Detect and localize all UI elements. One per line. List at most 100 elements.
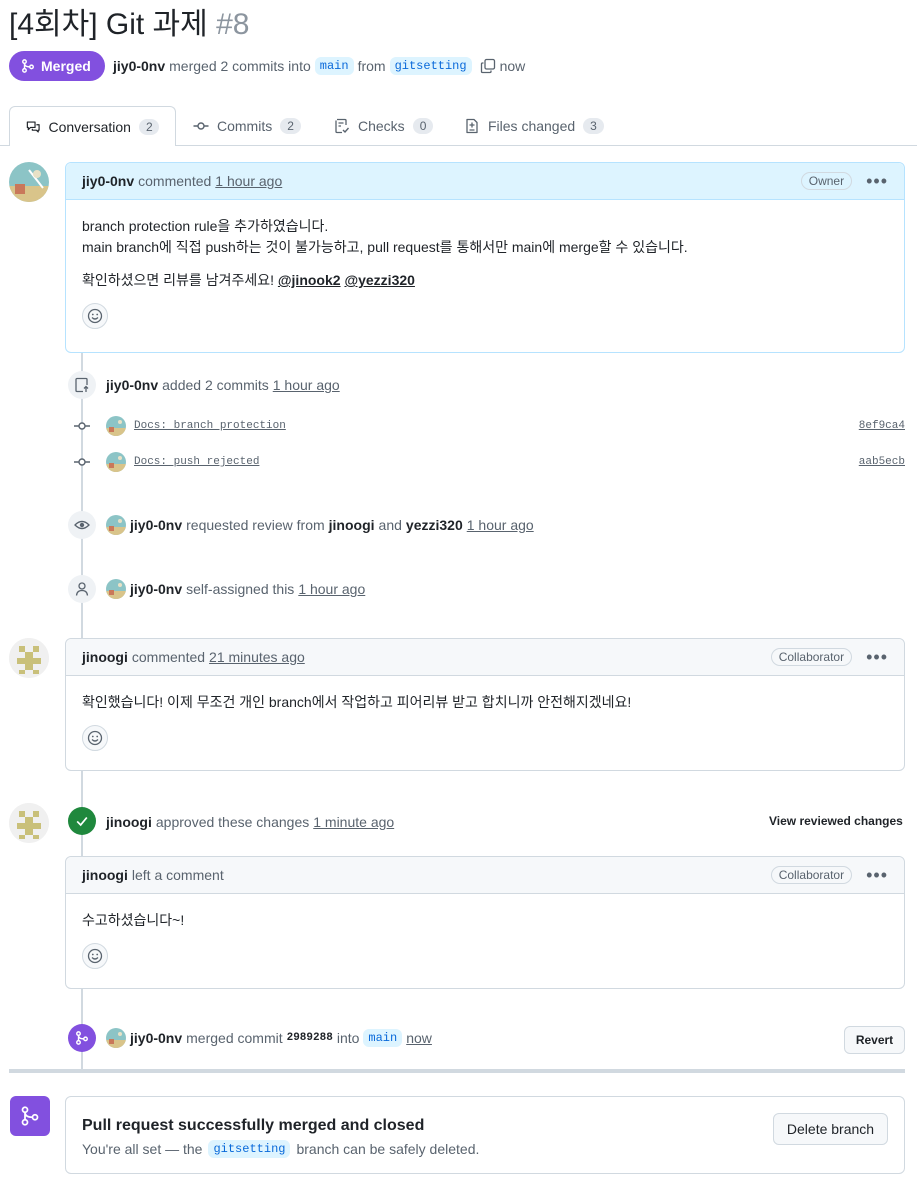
- merge-status-description: You're all set — the gitsetting branch c…: [82, 1140, 479, 1158]
- comment-box: jinoogi commented 21 minutes ago Collabo…: [65, 638, 905, 771]
- approval-event: jinoogi approved these changes 1 minute …: [106, 812, 394, 832]
- event-action: merged commit: [186, 1030, 283, 1046]
- head-branch[interactable]: gitsetting: [389, 57, 472, 75]
- reviewer-link[interactable]: jinoogi: [329, 517, 375, 533]
- review-requested-event: jiy0-0nv requested review from jinoogi a…: [106, 515, 534, 535]
- comment-line: branch protection rule을 추가하였습니다.: [82, 218, 329, 234]
- event-author[interactable]: jiy0-0nv: [130, 517, 182, 533]
- event-timestamp[interactable]: 1 hour ago: [467, 517, 534, 533]
- tab-checks[interactable]: Checks 0: [334, 106, 434, 146]
- add-reaction-button[interactable]: [82, 725, 108, 751]
- merge-status-box: Pull request successfully merged and clo…: [65, 1096, 905, 1174]
- reviewer-link[interactable]: yezzi320: [406, 517, 463, 533]
- from-text: from: [357, 58, 386, 74]
- file-diff-icon: [466, 118, 478, 134]
- event-timestamp[interactable]: 1 hour ago: [298, 581, 365, 597]
- add-reaction-button[interactable]: [82, 943, 108, 969]
- event-author[interactable]: jinoogi: [106, 814, 152, 830]
- kebab-menu-icon[interactable]: •••: [866, 648, 888, 666]
- tab-checks-label: Checks: [358, 118, 405, 134]
- smiley-icon: [87, 308, 103, 324]
- comment-body: 확인했습니다! 이제 무조건 개인 branch에서 작업하고 피어리뷰 받고 …: [66, 676, 904, 767]
- event-author[interactable]: jiy0-0nv: [106, 377, 158, 393]
- pr-number: #8: [216, 8, 250, 41]
- event-timestamp[interactable]: 1 hour ago: [273, 377, 340, 393]
- commit-sha-link[interactable]: 8ef9ca4: [859, 420, 905, 432]
- revert-button[interactable]: Revert: [844, 1026, 905, 1054]
- merge-commit-sha[interactable]: 2989288: [287, 1032, 333, 1044]
- target-branch[interactable]: main: [363, 1029, 403, 1047]
- role-badge: Collaborator: [770, 648, 853, 666]
- merged-status-label: Merged: [41, 58, 91, 74]
- comment-text: 수고하셨습니다~!: [82, 912, 185, 928]
- event-author[interactable]: jiy0-0nv: [130, 1030, 182, 1046]
- pr-author-link[interactable]: jiy0-0nv: [113, 58, 165, 74]
- role-badge: Owner: [800, 172, 853, 190]
- head-branch[interactable]: gitsetting: [208, 1140, 291, 1158]
- comment-line: main branch에 직접 push하는 것이 불가능하고, pull re…: [82, 239, 688, 255]
- role-badge: Collaborator: [770, 866, 853, 884]
- identicon-image: [9, 803, 49, 843]
- tab-files-changed-label: Files changed: [488, 118, 576, 134]
- git-merge-icon: [10, 1096, 50, 1136]
- smiley-icon: [87, 730, 103, 746]
- comment-header: jiy0-0nv commented 1 hour ago Owner •••: [66, 163, 904, 200]
- avatar[interactable]: [9, 803, 49, 843]
- avatar[interactable]: [106, 416, 126, 436]
- description-text: branch can be safely deleted.: [296, 1141, 480, 1157]
- commit-sha-link[interactable]: aab5ecb: [859, 456, 905, 468]
- eye-icon: [68, 511, 96, 539]
- comment-timestamp[interactable]: 1 hour ago: [215, 173, 282, 189]
- avatar[interactable]: [106, 579, 126, 599]
- person-icon: [68, 575, 96, 603]
- tab-commits[interactable]: Commits 2: [193, 106, 301, 146]
- add-reaction-button[interactable]: [82, 303, 108, 329]
- comment-header: jinoogi commented 21 minutes ago Collabo…: [66, 639, 904, 676]
- comment-author[interactable]: jinoogi: [82, 867, 128, 883]
- tab-checks-count: 0: [412, 118, 434, 134]
- avatar[interactable]: [106, 1028, 126, 1048]
- avatar[interactable]: [106, 515, 126, 535]
- comment-discussion-icon: [26, 120, 40, 133]
- identicon-image: [9, 638, 49, 678]
- pr-title: [4회차] Git 과제: [9, 8, 208, 41]
- git-commit-icon: [74, 422, 90, 430]
- avatar[interactable]: [9, 162, 49, 202]
- tab-conversation-count: 2: [138, 118, 159, 135]
- repo-push-icon: [68, 371, 96, 399]
- event-timestamp[interactable]: 1 minute ago: [313, 814, 394, 830]
- tab-conversation-label: Conversation: [48, 118, 131, 135]
- view-reviewed-changes-link[interactable]: View reviewed changes: [769, 814, 903, 828]
- check-icon: [68, 807, 96, 835]
- event-author[interactable]: jiy0-0nv: [130, 581, 182, 597]
- comment-author[interactable]: jiy0-0nv: [82, 173, 134, 189]
- commit-row: Docs: branch protection 8ef9ca4: [70, 416, 905, 436]
- tab-files-changed[interactable]: Files changed 3: [464, 106, 604, 146]
- commits-added-event: jiy0-0nv added 2 commits 1 hour ago: [106, 375, 340, 395]
- tab-commits-label: Commits: [217, 118, 273, 134]
- commit-row: Docs: push rejected aab5ecb: [70, 452, 905, 472]
- base-branch[interactable]: main: [314, 57, 354, 75]
- comment-author[interactable]: jinoogi: [82, 649, 128, 665]
- avatar[interactable]: [9, 638, 49, 678]
- avatar[interactable]: [106, 452, 126, 472]
- checklist-icon: [335, 118, 350, 134]
- git-commit-icon: [193, 122, 209, 130]
- comment-timestamp[interactable]: 21 minutes ago: [209, 649, 305, 665]
- avatar-image: [9, 162, 49, 202]
- mention-link[interactable]: @jinook2: [278, 272, 341, 288]
- comment-body: 수고하셨습니다~!: [66, 894, 904, 985]
- tab-conversation[interactable]: Conversation 2: [9, 106, 176, 146]
- smiley-icon: [87, 948, 103, 964]
- event-timestamp[interactable]: now: [406, 1030, 432, 1046]
- commit-message-link[interactable]: Docs: branch protection: [134, 420, 286, 432]
- commit-message-link[interactable]: Docs: push rejected: [134, 456, 259, 468]
- delete-branch-button[interactable]: Delete branch: [773, 1113, 888, 1145]
- copy-icon[interactable]: [480, 58, 496, 74]
- git-commit-icon: [74, 458, 90, 466]
- kebab-menu-icon[interactable]: •••: [866, 172, 888, 190]
- mention-link[interactable]: @yezzi320: [344, 272, 414, 288]
- comment-body: branch protection rule을 추가하였습니다. main br…: [66, 200, 904, 345]
- comment-action: left a comment: [131, 867, 224, 883]
- kebab-menu-icon[interactable]: •••: [866, 866, 888, 884]
